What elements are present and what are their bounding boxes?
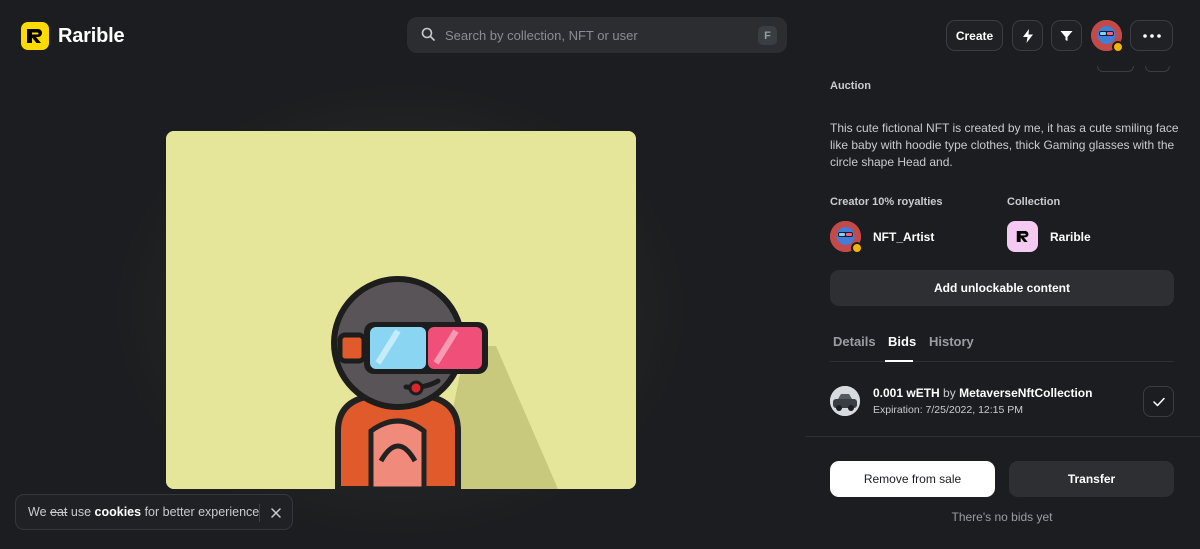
nft-character-image — [166, 131, 636, 489]
creator-name: NFT_Artist — [873, 229, 935, 244]
more-options-button[interactable] — [1130, 20, 1173, 51]
tab-details[interactable]: Details — [833, 334, 876, 349]
cookie-message: We eat use cookies for better experience — [28, 505, 259, 519]
more-dots-icon — [1142, 33, 1161, 38]
cookie-rest: for better experience — [144, 505, 260, 519]
cookie-banner: We eat use cookies for better experience — [15, 494, 293, 530]
cookie-word: use — [70, 505, 92, 519]
close-icon[interactable] — [268, 505, 284, 521]
bid-summary: 0.001 wETH by MetaverseNftCollection — [873, 386, 1092, 400]
verified-badge-icon — [1112, 41, 1124, 53]
bid-amount: 0.001 wETH — [873, 386, 940, 400]
transfer-button[interactable]: Transfer — [1009, 461, 1174, 497]
active-tab-indicator — [885, 360, 913, 362]
verified-badge-icon — [851, 242, 863, 254]
accept-bid-button[interactable] — [1143, 386, 1174, 417]
collection-label: Collection — [1007, 196, 1061, 208]
creator-avatar — [830, 221, 863, 254]
no-bids-message: There's no bids yet — [951, 510, 1053, 524]
tab-history[interactable]: History — [929, 334, 974, 349]
collection-logo-icon — [1007, 221, 1038, 252]
sale-type-label: Auction — [830, 80, 871, 92]
bidder-name[interactable]: MetaverseNftCollection — [959, 386, 1092, 400]
bid-row: 0.001 wETH by MetaverseNftCollection Exp… — [830, 384, 1174, 418]
bid-by-text: by — [943, 386, 956, 400]
rarible-logo[interactable]: Rarible — [21, 22, 125, 50]
search-bar[interactable]: F — [407, 17, 787, 53]
creator-royalties-label: Creator 10% royalties — [830, 196, 943, 208]
cookie-struck-word: eat — [50, 505, 68, 519]
cookie-divider — [259, 504, 260, 522]
create-button[interactable]: Create — [946, 20, 1003, 51]
bidder-avatar[interactable] — [830, 386, 860, 416]
bid-expiration: Expiration: 7/25/2022, 12:15 PM — [873, 404, 1024, 416]
rarible-logo-mark-icon — [21, 22, 49, 50]
search-input[interactable] — [445, 17, 745, 53]
checkmark-icon — [1152, 397, 1165, 406]
collection-name: Rarible — [1050, 229, 1091, 244]
item-details-panel: Auction This cute fictional NFT is creat… — [805, 66, 1200, 549]
creator-link[interactable]: NFT_Artist — [830, 221, 935, 254]
filter-icon — [1060, 30, 1073, 41]
lightning-icon — [1022, 28, 1033, 43]
cookie-word: We — [28, 505, 47, 519]
brand-name: Rarible — [58, 24, 125, 47]
remove-from-sale-button[interactable]: Remove from sale — [830, 461, 995, 497]
partial-action-button[interactable] — [1097, 66, 1134, 72]
tab-bids[interactable]: Bids — [888, 334, 916, 349]
top-header: Rarible F Create — [0, 0, 1200, 72]
cookie-keyword: cookies — [94, 505, 142, 519]
user-avatar[interactable] — [1091, 20, 1124, 53]
collection-link[interactable]: Rarible — [1007, 221, 1091, 252]
car-image-icon — [830, 386, 860, 416]
filter-button[interactable] — [1051, 20, 1082, 51]
item-tabs: Details Bids History — [830, 334, 1174, 362]
section-divider — [805, 436, 1200, 437]
lightning-button[interactable] — [1012, 20, 1043, 51]
add-unlockable-content-button[interactable]: Add unlockable content — [830, 270, 1174, 306]
search-icon — [421, 27, 435, 41]
partial-action-button[interactable] — [1145, 66, 1170, 72]
search-shortcut-key: F — [758, 26, 777, 45]
nft-artwork[interactable] — [166, 131, 636, 489]
nft-description: This cute fictional NFT is created by me… — [830, 121, 1179, 169]
